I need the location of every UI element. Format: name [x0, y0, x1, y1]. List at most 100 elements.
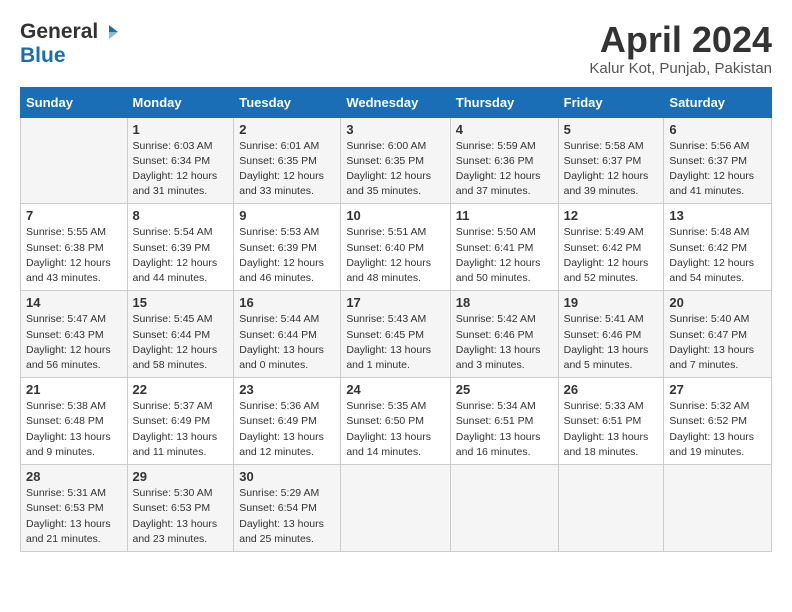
calendar-cell	[664, 465, 772, 552]
day-number: 5	[564, 122, 659, 137]
calendar-cell	[341, 465, 450, 552]
day-info: Sunrise: 5:29 AM Sunset: 6:54 PM Dayligh…	[239, 486, 335, 547]
calendar-week-row: 7 Sunrise: 5:55 AM Sunset: 6:38 PM Daylig…	[21, 204, 772, 291]
day-number: 1	[133, 122, 229, 137]
day-number: 29	[133, 469, 229, 484]
weekday-header-thursday: Thursday	[450, 87, 558, 117]
calendar-cell: 17 Sunrise: 5:43 AM Sunset: 6:45 PM Dayli…	[341, 291, 450, 378]
day-number: 21	[26, 382, 122, 397]
calendar-cell: 11Sunrise: 5:50 AM Sunset: 6:41 PM Dayli…	[450, 204, 558, 291]
day-info: Sunrise: 5:32 AM Sunset: 6:52 PM Dayligh…	[669, 399, 766, 460]
day-info: Sunrise: 6:01 AM Sunset: 6:35 PM Dayligh…	[239, 139, 335, 200]
day-info: Sunrise: 6:00 AM Sunset: 6:35 PM Dayligh…	[346, 139, 444, 200]
weekday-header-monday: Monday	[127, 87, 234, 117]
day-info: Sunrise: 5:48 AM Sunset: 6:42 PM Dayligh…	[669, 225, 766, 286]
day-info: Sunrise: 5:44 AM Sunset: 6:44 PM Dayligh…	[239, 312, 335, 373]
calendar-cell: 12Sunrise: 5:49 AM Sunset: 6:42 PM Dayli…	[558, 204, 664, 291]
day-info: Sunrise: 5:35 AM Sunset: 6:50 PM Dayligh…	[346, 399, 444, 460]
weekday-header-tuesday: Tuesday	[234, 87, 341, 117]
day-info: Sunrise: 5:55 AM Sunset: 6:38 PM Dayligh…	[26, 225, 122, 286]
calendar-cell: 26Sunrise: 5:33 AM Sunset: 6:51 PM Dayli…	[558, 378, 664, 465]
calendar-week-row: 28 Sunrise: 5:31 AM Sunset: 6:53 PM Dayli…	[21, 465, 772, 552]
day-info: Sunrise: 5:53 AM Sunset: 6:39 PM Dayligh…	[239, 225, 335, 286]
calendar-week-row: 14 Sunrise: 5:47 AM Sunset: 6:43 PM Dayli…	[21, 291, 772, 378]
logo-bird-icon	[100, 23, 118, 41]
day-info: Sunrise: 5:31 AM Sunset: 6:53 PM Dayligh…	[26, 486, 122, 547]
calendar-cell: 9 Sunrise: 5:53 AM Sunset: 6:39 PM Daylig…	[234, 204, 341, 291]
day-number: 3	[346, 122, 444, 137]
day-number: 12	[564, 208, 659, 223]
day-info: Sunrise: 5:34 AM Sunset: 6:51 PM Dayligh…	[456, 399, 553, 460]
day-number: 28	[26, 469, 122, 484]
calendar-cell: 24Sunrise: 5:35 AM Sunset: 6:50 PM Dayli…	[341, 378, 450, 465]
day-info: Sunrise: 5:37 AM Sunset: 6:49 PM Dayligh…	[133, 399, 229, 460]
day-info: Sunrise: 5:54 AM Sunset: 6:39 PM Dayligh…	[133, 225, 229, 286]
day-info: Sunrise: 5:58 AM Sunset: 6:37 PM Dayligh…	[564, 139, 659, 200]
logo-blue-text: Blue	[20, 44, 66, 67]
day-number: 8	[133, 208, 229, 223]
day-number: 19	[564, 295, 659, 310]
calendar-cell: 4 Sunrise: 5:59 AM Sunset: 6:36 PM Daylig…	[450, 117, 558, 204]
day-number: 7	[26, 208, 122, 223]
day-number: 20	[669, 295, 766, 310]
day-number: 13	[669, 208, 766, 223]
calendar-cell: 14 Sunrise: 5:47 AM Sunset: 6:43 PM Dayli…	[21, 291, 128, 378]
day-number: 15	[133, 295, 229, 310]
calendar-cell: 8 Sunrise: 5:54 AM Sunset: 6:39 PM Daylig…	[127, 204, 234, 291]
calendar-cell: 20 Sunrise: 5:40 AM Sunset: 6:47 PM Dayli…	[664, 291, 772, 378]
calendar-cell: 29 Sunrise: 5:30 AM Sunset: 6:53 PM Dayli…	[127, 465, 234, 552]
calendar-cell: 1 Sunrise: 6:03 AM Sunset: 6:34 PM Daylig…	[127, 117, 234, 204]
calendar-cell: 18 Sunrise: 5:42 AM Sunset: 6:46 PM Dayli…	[450, 291, 558, 378]
calendar-cell: 13 Sunrise: 5:48 AM Sunset: 6:42 PM Dayli…	[664, 204, 772, 291]
day-number: 22	[133, 382, 229, 397]
month-title: April 2024	[589, 20, 772, 60]
calendar-cell: 19 Sunrise: 5:41 AM Sunset: 6:46 PM Dayli…	[558, 291, 664, 378]
day-info: Sunrise: 5:30 AM Sunset: 6:53 PM Dayligh…	[133, 486, 229, 547]
calendar-cell: 3 Sunrise: 6:00 AM Sunset: 6:35 PM Daylig…	[341, 117, 450, 204]
day-info: Sunrise: 5:43 AM Sunset: 6:45 PM Dayligh…	[346, 312, 444, 373]
day-number: 4	[456, 122, 553, 137]
day-number: 18	[456, 295, 553, 310]
calendar-cell	[450, 465, 558, 552]
day-info: Sunrise: 6:03 AM Sunset: 6:34 PM Dayligh…	[133, 139, 229, 200]
calendar-cell: 7 Sunrise: 5:55 AM Sunset: 6:38 PM Daylig…	[21, 204, 128, 291]
calendar-cell: 28 Sunrise: 5:31 AM Sunset: 6:53 PM Dayli…	[21, 465, 128, 552]
calendar-cell: 21 Sunrise: 5:38 AM Sunset: 6:48 PM Dayli…	[21, 378, 128, 465]
calendar-cell: 25Sunrise: 5:34 AM Sunset: 6:51 PM Dayli…	[450, 378, 558, 465]
day-number: 9	[239, 208, 335, 223]
calendar-cell: 22 Sunrise: 5:37 AM Sunset: 6:49 PM Dayli…	[127, 378, 234, 465]
calendar-week-row: 21 Sunrise: 5:38 AM Sunset: 6:48 PM Dayli…	[21, 378, 772, 465]
calendar-table: SundayMondayTuesdayWednesdayThursdayFrid…	[20, 87, 772, 552]
day-info: Sunrise: 5:38 AM Sunset: 6:48 PM Dayligh…	[26, 399, 122, 460]
calendar-body: 1 Sunrise: 6:03 AM Sunset: 6:34 PM Daylig…	[21, 117, 772, 551]
logo: General Blue	[20, 20, 118, 68]
logo-general-text: General	[20, 20, 98, 44]
weekday-header-wednesday: Wednesday	[341, 87, 450, 117]
location-subtitle: Kalur Kot, Punjab, Pakistan	[589, 60, 772, 77]
calendar-cell: 5 Sunrise: 5:58 AM Sunset: 6:37 PM Daylig…	[558, 117, 664, 204]
day-info: Sunrise: 5:45 AM Sunset: 6:44 PM Dayligh…	[133, 312, 229, 373]
day-number: 27	[669, 382, 766, 397]
calendar-cell: 16 Sunrise: 5:44 AM Sunset: 6:44 PM Dayli…	[234, 291, 341, 378]
calendar-cell: 2 Sunrise: 6:01 AM Sunset: 6:35 PM Daylig…	[234, 117, 341, 204]
calendar-cell	[21, 117, 128, 204]
day-number: 23	[239, 382, 335, 397]
day-number: 14	[26, 295, 122, 310]
day-info: Sunrise: 5:59 AM Sunset: 6:36 PM Dayligh…	[456, 139, 553, 200]
weekday-header-sunday: Sunday	[21, 87, 128, 117]
day-info: Sunrise: 5:40 AM Sunset: 6:47 PM Dayligh…	[669, 312, 766, 373]
day-number: 17	[346, 295, 444, 310]
calendar-week-row: 1 Sunrise: 6:03 AM Sunset: 6:34 PM Daylig…	[21, 117, 772, 204]
calendar-cell: 23Sunrise: 5:36 AM Sunset: 6:49 PM Dayli…	[234, 378, 341, 465]
day-info: Sunrise: 5:51 AM Sunset: 6:40 PM Dayligh…	[346, 225, 444, 286]
day-number: 16	[239, 295, 335, 310]
calendar-cell: 30Sunrise: 5:29 AM Sunset: 6:54 PM Dayli…	[234, 465, 341, 552]
day-number: 2	[239, 122, 335, 137]
day-info: Sunrise: 5:42 AM Sunset: 6:46 PM Dayligh…	[456, 312, 553, 373]
day-number: 11	[456, 208, 553, 223]
calendar-cell: 6Sunrise: 5:56 AM Sunset: 6:37 PM Daylig…	[664, 117, 772, 204]
day-info: Sunrise: 5:47 AM Sunset: 6:43 PM Dayligh…	[26, 312, 122, 373]
calendar-cell: 15 Sunrise: 5:45 AM Sunset: 6:44 PM Dayli…	[127, 291, 234, 378]
day-info: Sunrise: 5:41 AM Sunset: 6:46 PM Dayligh…	[564, 312, 659, 373]
calendar-cell	[558, 465, 664, 552]
